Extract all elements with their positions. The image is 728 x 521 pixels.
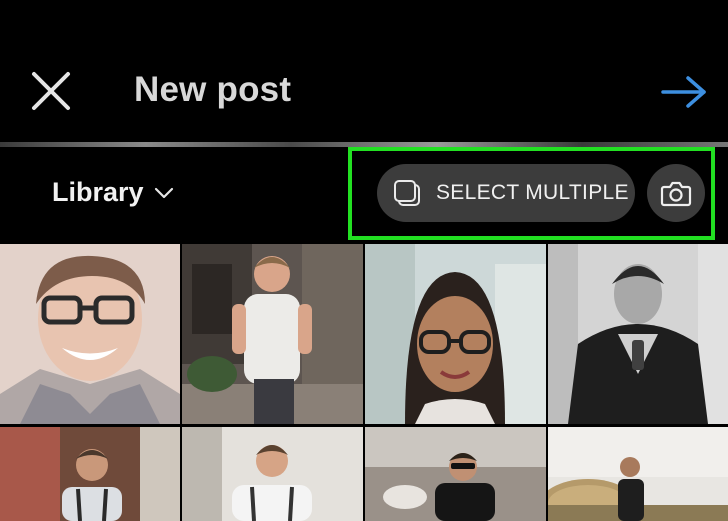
photo-tile[interactable] [0,427,180,521]
photo-smiling-man-glasses [0,244,180,424]
photo-tile[interactable] [182,244,363,424]
photo-man-white-tshirt [182,244,363,424]
library-label: Library [52,177,144,207]
select-multiple-button[interactable]: SELECT MULTIPLE [377,164,635,222]
close-icon [32,72,70,110]
arrow-right-icon [661,76,706,108]
camera-button[interactable] [647,164,705,222]
app-header: New post [0,0,728,142]
photo-grid [0,244,728,521]
photo-tile[interactable] [548,244,728,424]
photo-man-suspenders-2 [182,427,363,521]
photo-tile[interactable] [365,427,546,521]
chevron-down-icon [154,187,173,198]
photo-woman-glasses [365,244,546,424]
photo-man-sunglasses [365,427,546,521]
page-title: New post [134,70,292,109]
photo-tile[interactable] [0,244,180,424]
photo-tile[interactable] [182,427,363,521]
library-dropdown[interactable]: Library [52,177,174,208]
select-multiple-label: SELECT MULTIPLE [436,181,629,204]
stacked-squares-icon [394,180,420,206]
photo-man-leather-jacket [548,244,728,424]
close-button[interactable] [28,68,74,114]
photo-tile[interactable] [365,244,546,424]
photo-man-hay-field [548,427,728,521]
photo-tile[interactable] [548,427,728,521]
photo-man-suspenders-1 [0,427,180,521]
next-button[interactable] [660,74,708,110]
camera-icon [660,181,692,207]
